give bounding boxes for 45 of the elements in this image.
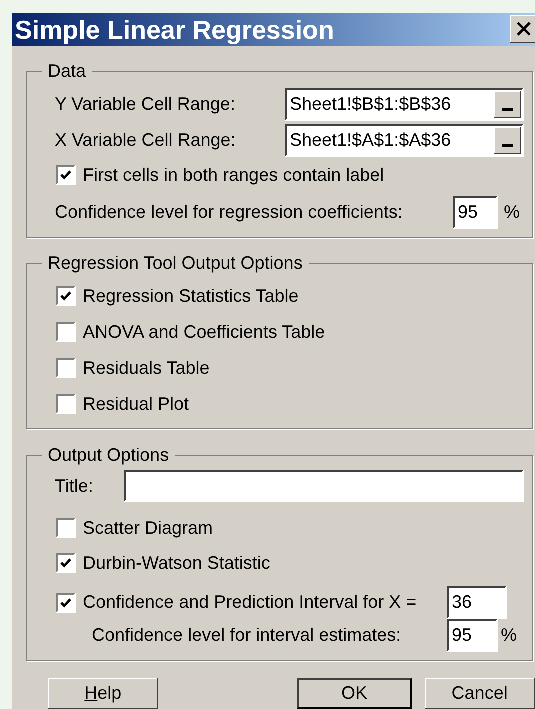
title-field[interactable]: [124, 470, 524, 502]
window-title: Simple Linear Regression: [15, 16, 334, 42]
field-label: Confidence level for regression coefficients:: [55, 201, 404, 224]
group-label: Regression Tool Output Options: [42, 253, 309, 273]
confidence-field[interactable]: 95: [447, 618, 498, 652]
field-label: Title:: [55, 474, 94, 498]
field-label: Y Variable Cell Range:: [55, 93, 236, 116]
checkbox[interactable]: [56, 286, 76, 306]
close-icon: [517, 22, 531, 36]
checkbox[interactable]: [56, 165, 76, 185]
range-picker-button[interactable]: [494, 91, 521, 118]
confidence-field[interactable]: 95: [453, 196, 498, 229]
check-icon: [60, 169, 72, 181]
dialog-button[interactable]: Help: [48, 678, 158, 709]
field-label: Confidence level for interval estimates:: [92, 624, 402, 646]
checkbox-label: Scatter Diagram: [83, 516, 214, 540]
range-picker-button[interactable]: [494, 127, 521, 154]
field-label: X Variable Cell Range:: [55, 129, 237, 152]
minimize-icon: [502, 144, 513, 147]
checkbox-label: Confidence and Prediction Interval for X =: [83, 591, 417, 614]
checkbox[interactable]: [56, 518, 76, 538]
checkbox-label: Regression Statistics Table: [83, 284, 299, 308]
checkbox-label: Residuals Table: [83, 356, 210, 380]
check-icon: [60, 290, 72, 302]
checkbox-label: Durbin-Watson Statistic: [83, 552, 270, 574]
checkbox[interactable]: [56, 592, 76, 612]
checkbox[interactable]: [56, 358, 76, 378]
range-field[interactable]: Sheet1!$B$1:$B$36: [285, 88, 524, 121]
check-icon: [60, 596, 72, 608]
group-label: Output Options: [42, 445, 176, 465]
checkbox-label: ANOVA and Coefficients Table: [83, 320, 326, 344]
unit-label: %: [504, 201, 520, 224]
check-icon: [60, 557, 72, 569]
checkbox-label: First cells in both ranges contain label: [83, 164, 384, 187]
checkbox[interactable]: [56, 553, 76, 573]
unit-label: %: [501, 624, 518, 646]
close-button[interactable]: [510, 15, 535, 43]
checkbox[interactable]: [56, 394, 76, 414]
value-field[interactable]: 36: [447, 586, 507, 619]
minimize-icon: [502, 108, 513, 111]
checkbox-label: Residual Plot: [83, 392, 190, 416]
dialog-button[interactable]: OK: [297, 678, 412, 709]
range-field[interactable]: Sheet1!$A$1:$A$36: [285, 124, 524, 157]
checkbox[interactable]: [56, 322, 76, 342]
dialog-button[interactable]: Cancel: [424, 678, 535, 709]
